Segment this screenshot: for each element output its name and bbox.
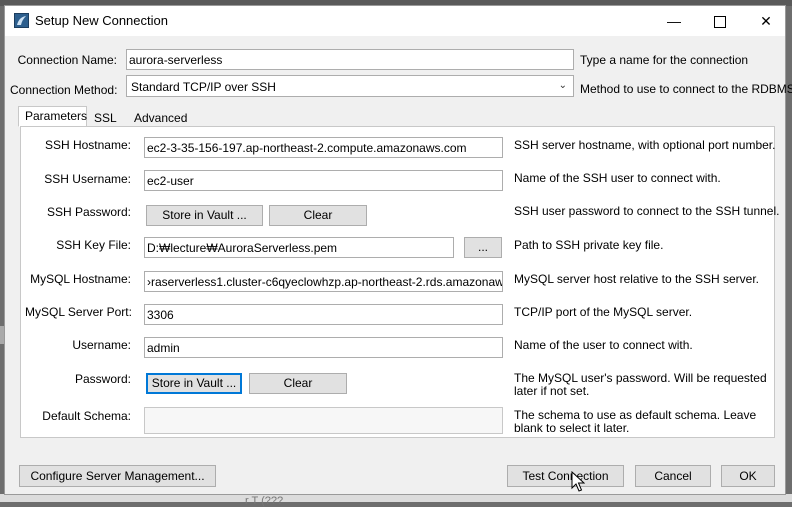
ssh-key-file-input[interactable]: D:₩lecture₩AuroraServerless.pem (144, 237, 454, 258)
connection-name-label: Connection Name: (17, 53, 117, 67)
maximize-button[interactable] (697, 6, 743, 36)
maximize-icon (714, 16, 726, 29)
default-schema-desc-line-2: blank to select it later. (514, 421, 630, 435)
connection-method-label: Connection Method: (10, 83, 118, 97)
connection-method-value: Standard TCP/IP over SSH (131, 80, 276, 94)
mysql-workbench-icon (14, 13, 29, 28)
connection-method-select[interactable]: Standard TCP/IP over SSH ⌄ (126, 75, 574, 97)
username-label: Username: (72, 338, 131, 352)
window-title: Setup New Connection (35, 13, 168, 28)
mysql-port-input[interactable]: 3306 (144, 304, 503, 325)
default-schema-desc: The schema to use as default schema. Lea… (514, 409, 756, 435)
ssh-password-desc: SSH user password to connect to the SSH … (514, 204, 780, 218)
ssh-username-desc: Name of the SSH user to connect with. (514, 171, 721, 185)
title-bar: Setup New Connection — ✕ (5, 6, 785, 36)
ok-button[interactable]: OK (721, 465, 775, 487)
ssh-key-browse-button[interactable]: ... (464, 237, 502, 258)
clear-password-button[interactable]: Clear (249, 373, 347, 394)
password-desc-line-2: later if not set. (514, 384, 590, 398)
mysql-hostname-input[interactable]: ›raserverless1.cluster-c6qyeclowhzp.ap-n… (144, 271, 503, 292)
store-in-vault-button[interactable]: Store in Vault ... (146, 373, 242, 394)
password-label: Password: (74, 372, 131, 386)
username-desc: Name of the user to connect with. (514, 338, 693, 352)
mysql-hostname-label: MySQL Hostname: (30, 272, 131, 286)
ssh-username-input[interactable]: ec2-user (144, 170, 503, 191)
mouse-cursor-icon (571, 471, 585, 492)
connection-name-desc: Type a name for the connection (580, 53, 749, 67)
mysql-hostname-desc: MySQL server host relative to the SSH se… (514, 272, 759, 286)
password-desc: The MySQL user's password. Will be reque… (514, 372, 767, 398)
ssh-password-label: SSH Password: (46, 205, 131, 219)
default-schema-input[interactable] (144, 407, 503, 434)
tab-advanced[interactable]: Advanced (127, 108, 191, 127)
cancel-button[interactable]: Cancel (635, 465, 711, 487)
chevron-down-icon: ⌄ (558, 80, 567, 91)
close-button[interactable]: ✕ (743, 6, 789, 36)
background-text: r T (??? (245, 495, 284, 507)
ssh-key-file-desc: Path to SSH private key file. (514, 238, 664, 252)
background-strip-bottom (0, 494, 792, 502)
ssh-store-in-vault-button[interactable]: Store in Vault ... (146, 205, 263, 226)
tab-ssl[interactable]: SSL (87, 108, 117, 127)
ssh-username-label: SSH Username: (44, 172, 131, 186)
ssh-hostname-label: SSH Hostname: (44, 138, 131, 152)
connection-method-desc: Method to use to connect to the RDBMS (580, 82, 792, 96)
default-schema-label: Default Schema: (42, 409, 131, 423)
ssh-key-file-label: SSH Key File: (56, 238, 131, 252)
test-connection-button[interactable]: Test Connection (507, 465, 624, 487)
username-input[interactable]: admin (144, 337, 503, 358)
ssh-clear-password-button[interactable]: Clear (269, 205, 367, 226)
tab-parameters[interactable]: Parameters (18, 106, 87, 127)
connection-name-input[interactable]: aurora-serverless (126, 49, 574, 70)
mysql-port-desc: TCP/IP port of the MySQL server. (514, 305, 693, 319)
setup-connection-dialog: Setup New Connection — ✕ Connection Name… (4, 5, 792, 495)
minimize-button[interactable]: — (651, 6, 697, 36)
ssh-hostname-desc: SSH server hostname, with optional port … (514, 138, 776, 152)
mysql-port-label: MySQL Server Port: (25, 305, 132, 319)
ssh-hostname-input[interactable]: ec2-3-35-156-197.ap-northeast-2.compute.… (144, 137, 503, 158)
configure-server-management-button[interactable]: Configure Server Management... (19, 465, 216, 487)
